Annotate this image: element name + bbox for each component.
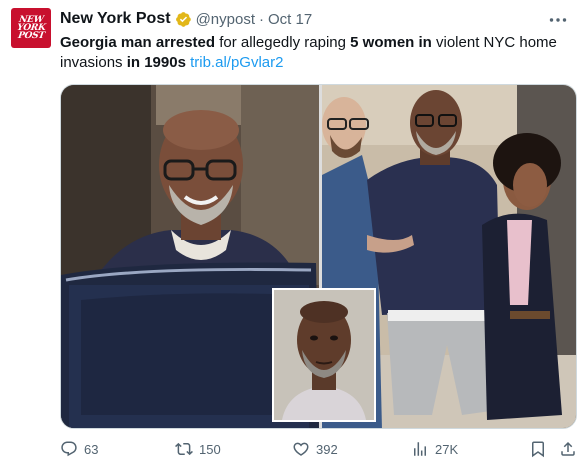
reply-count: 63 — [84, 441, 99, 457]
avatar-line-3: POST — [16, 31, 45, 41]
heart-icon — [293, 442, 309, 456]
more-horizontal-icon[interactable] — [549, 10, 567, 26]
verified-badge-icon[interactable] — [175, 11, 192, 28]
avatar[interactable]: NEW YORK POST — [11, 8, 51, 48]
like-button[interactable]: 392 — [292, 440, 338, 458]
tweet-media[interactable] — [60, 84, 577, 429]
reply-button[interactable]: 63 — [60, 440, 98, 458]
photo-mugshot-inset[interactable] — [272, 288, 376, 422]
repost-button[interactable]: 150 — [175, 440, 221, 458]
tweet-text: Georgia man arrested for allegedly rapin… — [60, 33, 570, 73]
tweet-timestamp[interactable]: Oct 17 — [268, 11, 312, 28]
bookmark-button[interactable] — [529, 440, 547, 458]
reply-icon — [61, 441, 77, 457]
tweet-text-bold-5: in 1990s — [126, 54, 186, 71]
tweet-actions: 63 150 392 27K — [60, 440, 577, 464]
tweet-text-2: for allegedly raping — [215, 34, 351, 51]
account-name[interactable]: New York Post — [60, 10, 171, 28]
tweet-text-bold-3: 5 women in — [350, 34, 432, 51]
repost-icon — [175, 442, 193, 456]
views-count: 27K — [435, 441, 459, 457]
bookmark-icon — [532, 441, 544, 458]
tweet-link[interactable]: trib.al/pGvlar2 — [190, 54, 283, 71]
tweet-text-bold-1: Georgia man arrested — [60, 34, 216, 51]
repost-count: 150 — [199, 441, 221, 457]
views-chart-icon — [414, 442, 426, 456]
views-button[interactable]: 27K — [411, 440, 458, 458]
tweet-header: New York Post @nypost · Oct 17 — [60, 9, 312, 29]
share-icon — [561, 441, 575, 456]
header-separator: · — [258, 10, 264, 28]
account-handle[interactable]: @nypost — [196, 11, 255, 28]
share-button[interactable] — [559, 440, 577, 458]
like-count: 392 — [316, 441, 338, 457]
tweet[interactable]: NEW YORK POST New York Post @nypost · Oc… — [0, 0, 585, 472]
